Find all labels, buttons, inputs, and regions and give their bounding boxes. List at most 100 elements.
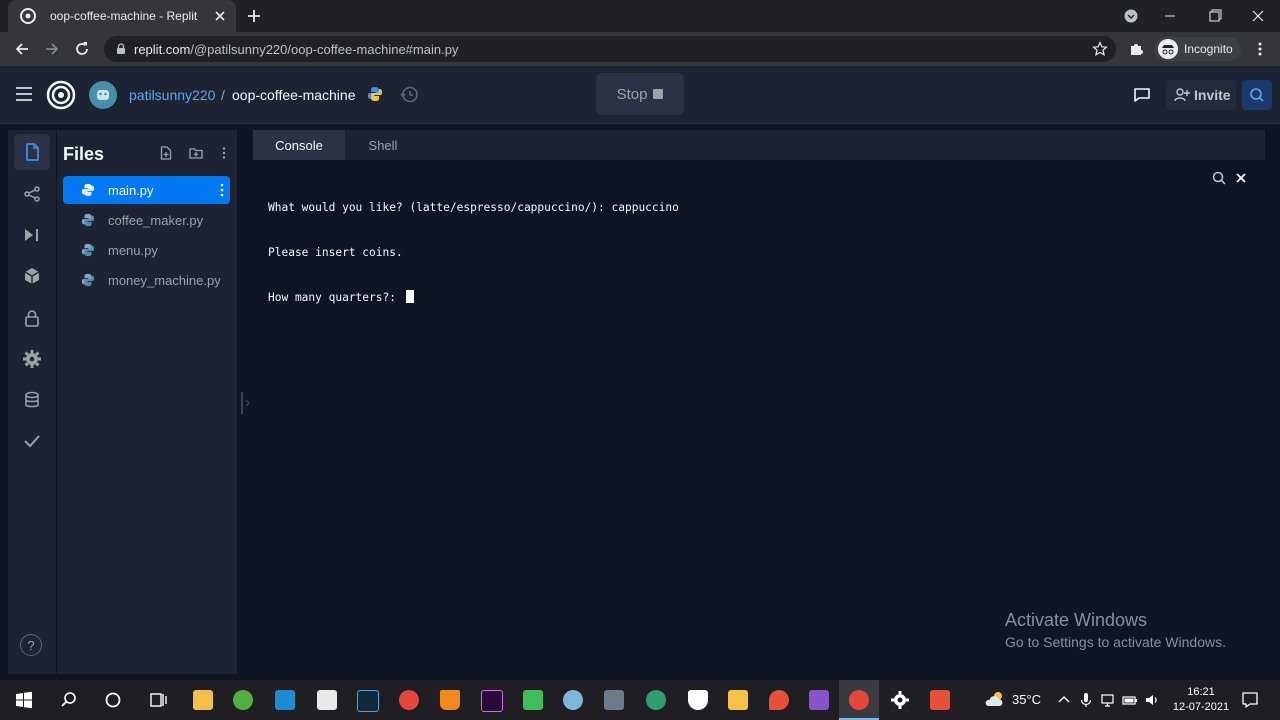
notifications-icon[interactable] — [1241, 691, 1259, 709]
console-output[interactable]: What would you like? (latte/espresso/cap… — [253, 160, 1265, 674]
file-item-money-machine-py[interactable]: money_machine.py — [63, 266, 230, 294]
new-tab-icon[interactable] — [244, 6, 264, 26]
back-icon[interactable] — [12, 39, 32, 59]
security-shield-icon[interactable] — [684, 686, 712, 714]
version-control-icon[interactable] — [20, 182, 44, 206]
utorrent-icon[interactable] — [229, 686, 257, 714]
file-item-main-py[interactable]: main.py — [63, 176, 230, 204]
python-file-icon — [81, 183, 95, 197]
console-prompt: How many quarters?: — [268, 291, 403, 304]
console-clear-icon[interactable] — [1233, 170, 1249, 186]
camtasia-recorder-icon[interactable] — [926, 686, 954, 714]
files-menu-icon[interactable] — [217, 146, 231, 160]
bookmark-star-icon[interactable] — [1092, 41, 1108, 57]
database-icon[interactable] — [20, 388, 44, 412]
browser-toolbar: replit.com/@patilsunny220/oop-coffee-mac… — [0, 32, 1280, 66]
edge-icon[interactable] — [642, 686, 670, 714]
help-button[interactable]: ? — [20, 634, 42, 656]
file-item-coffee-maker-py[interactable]: coffee_maker.py — [63, 206, 230, 234]
lightroom-icon[interactable] — [353, 686, 381, 714]
browser-tab-strip: oop-coffee-machine - Replit — [0, 0, 1280, 32]
tab-title: oop-coffee-machine - Replit — [50, 9, 198, 23]
settings-gear-icon[interactable] — [20, 347, 44, 371]
stop-label: Stop — [616, 85, 648, 103]
search-icon[interactable] — [1242, 80, 1272, 110]
repl-name[interactable]: oop-coffee-machine — [232, 87, 355, 103]
vlc-icon[interactable] — [436, 686, 464, 714]
premiere-icon[interactable] — [477, 686, 505, 714]
console-line: Please insert coins. — [268, 246, 403, 259]
username-link[interactable]: patilsunny220 — [129, 87, 215, 103]
file-name: menu.py — [108, 243, 158, 258]
windows-start-icon[interactable] — [10, 686, 38, 714]
packages-icon[interactable] — [20, 264, 44, 288]
temperature: 35°C — [1012, 691, 1042, 707]
user-avatar[interactable] — [89, 81, 117, 109]
battery-icon[interactable] — [1122, 692, 1138, 708]
file-explorer-icon[interactable] — [189, 686, 217, 714]
search-taskbar-icon[interactable] — [55, 686, 83, 714]
new-file-icon[interactable] — [159, 146, 173, 160]
microphone-icon[interactable] — [1078, 692, 1094, 708]
replit-logo-icon[interactable] — [46, 80, 76, 110]
breadcrumb-separator: / — [221, 87, 225, 103]
notes-icon[interactable] — [724, 686, 752, 714]
browser-menu-icon[interactable] — [1252, 41, 1268, 57]
tab-search-icon[interactable] — [1124, 9, 1138, 23]
replit-favicon-icon — [20, 8, 36, 24]
weather-widget[interactable]: 35°C — [984, 690, 1041, 708]
activity-bar: ? — [8, 130, 56, 674]
extensions-puzzle-icon[interactable] — [1128, 41, 1144, 57]
hamburger-menu-icon[interactable] — [14, 85, 34, 103]
clock-time: 16:21 — [1187, 686, 1215, 698]
network-icon[interactable] — [1100, 692, 1116, 708]
tab-console[interactable]: Console — [253, 130, 345, 160]
reload-icon[interactable] — [72, 39, 92, 59]
cortana-icon[interactable] — [99, 686, 127, 714]
files-panel: Files main.py coffee_maker.py menu.py mo… — [57, 130, 237, 674]
debugger-icon[interactable] — [20, 223, 44, 247]
stop-button[interactable]: Stop — [596, 73, 684, 115]
browser-tab[interactable]: oop-coffee-machine - Replit — [8, 0, 236, 32]
camtasia-icon[interactable] — [519, 686, 547, 714]
volume-icon[interactable] — [1144, 692, 1160, 708]
invite-label: Invite — [1194, 87, 1231, 103]
settings-taskbar-icon[interactable] — [886, 686, 914, 714]
minimize-icon[interactable] — [1160, 6, 1180, 26]
close-window-icon[interactable] — [1248, 6, 1268, 26]
chrome-icon[interactable] — [395, 686, 423, 714]
calculator-icon[interactable] — [600, 686, 628, 714]
new-folder-icon[interactable] — [189, 146, 203, 160]
restore-icon[interactable] — [1205, 6, 1225, 26]
file-item-menu-py[interactable]: menu.py — [63, 236, 230, 264]
system-clock[interactable]: 16:21 12-07-2021 — [1170, 685, 1232, 715]
chrome-active-icon[interactable] — [839, 680, 879, 720]
files-icon[interactable] — [14, 134, 50, 170]
close-tab-icon[interactable] — [212, 8, 228, 24]
paint-icon[interactable] — [559, 686, 587, 714]
app-h-icon[interactable] — [313, 686, 341, 714]
console-search-icon[interactable] — [1211, 170, 1227, 186]
replit-header: patilsunny220 / oop-coffee-machine Stop … — [0, 66, 1280, 124]
url-text: replit.com/@patilsunny220/oop-coffee-mac… — [134, 42, 459, 57]
secrets-lock-icon[interactable] — [20, 306, 44, 330]
tab-shell[interactable]: Shell — [345, 130, 421, 160]
invite-button[interactable]: Invite — [1166, 80, 1236, 110]
panel-resize-handle[interactable] — [240, 392, 252, 414]
chat-icon[interactable] — [1132, 85, 1152, 105]
console-input-line[interactable]: How many quarters?: — [268, 290, 679, 305]
lock-icon[interactable] — [114, 42, 128, 56]
visual-studio-icon[interactable] — [805, 686, 833, 714]
console-tabs: Console Shell — [253, 130, 1265, 160]
history-icon[interactable] — [400, 85, 419, 104]
address-bar[interactable]: replit.com/@patilsunny220/oop-coffee-mac… — [104, 36, 1116, 62]
forward-icon[interactable] — [42, 39, 62, 59]
unit-tests-check-icon[interactable] — [20, 429, 44, 453]
incognito-profile-button[interactable]: Incognito — [1154, 37, 1241, 61]
task-view-icon[interactable] — [144, 686, 172, 714]
show-hidden-icons-chevron-icon[interactable] — [1056, 692, 1072, 708]
file-options-icon[interactable] — [220, 183, 224, 197]
vscode-icon[interactable] — [271, 686, 299, 714]
incognito-label: Incognito — [1184, 42, 1233, 56]
maps-pin-icon[interactable] — [765, 686, 793, 714]
